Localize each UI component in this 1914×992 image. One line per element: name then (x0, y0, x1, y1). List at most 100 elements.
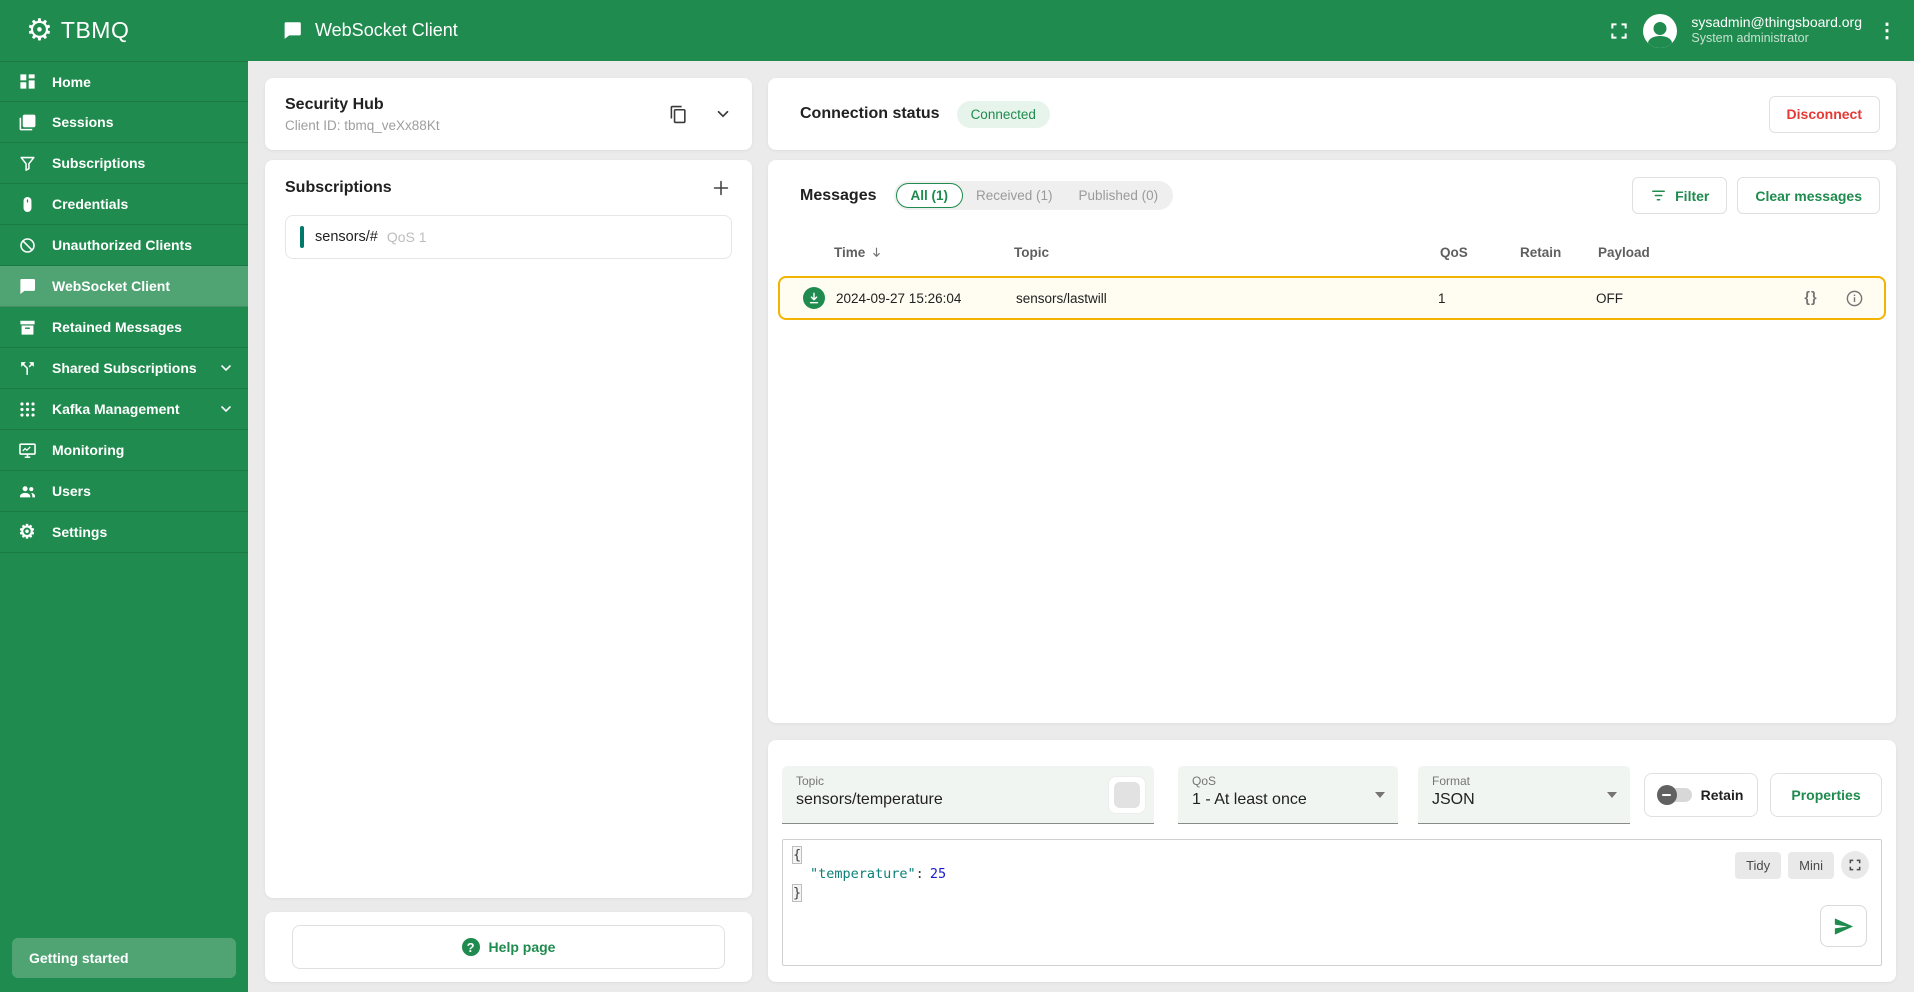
column-time[interactable]: Time (834, 245, 1014, 260)
qos-select[interactable]: QoS 1 - At least once (1178, 766, 1398, 824)
editor-fullscreen-icon[interactable] (1841, 851, 1869, 879)
right-column: Connection status Connected Disconnect M… (768, 78, 1896, 982)
sidebar-item-label: Retained Messages (52, 319, 182, 335)
editor-json-key: "temperature" (810, 866, 916, 882)
sidebar-item-label: Monitoring (52, 442, 125, 458)
fullscreen-icon[interactable] (1609, 21, 1629, 41)
format-select-label: Format (1432, 774, 1471, 788)
subscription-color-bar (300, 226, 304, 248)
message-row[interactable]: 2024-09-27 15:26:04 sensors/lastwill 1 O… (778, 276, 1886, 320)
sidebar-item-label: Shared Subscriptions (52, 360, 197, 376)
avatar[interactable] (1643, 13, 1678, 48)
sidebar-item-websocket-client[interactable]: WebSocket Client (0, 266, 248, 307)
format-select[interactable]: Format JSON (1418, 766, 1630, 824)
block-icon (17, 235, 37, 255)
message-topic: sensors/lastwill (1016, 290, 1107, 306)
subscription-item[interactable]: sensors/# QoS 1 (285, 215, 732, 259)
sidebar-item-shared-subscriptions[interactable]: Shared Subscriptions (0, 348, 248, 389)
subscription-qos: QoS 1 (386, 229, 427, 245)
users-icon (17, 481, 37, 501)
view-json-button[interactable]: {} (1804, 290, 1817, 306)
tidy-button[interactable]: Tidy (1735, 851, 1782, 879)
topic-color-button[interactable] (1108, 776, 1146, 814)
app-root: TBMQ Home Sessions Subscriptions Credent… (0, 0, 1914, 992)
subscription-topic: sensors/# (315, 229, 378, 245)
filter-label: Filter (1675, 187, 1710, 204)
sidebar-item-kafka-management[interactable]: Kafka Management (0, 389, 248, 430)
chevron-down-icon (1607, 792, 1617, 798)
sidebar-item-label: Subscriptions (52, 155, 146, 171)
tbmq-logo[interactable]: TBMQ (0, 0, 248, 61)
sidebar-item-credentials[interactable]: Credentials (0, 184, 248, 225)
content: Security Hub Client ID: tbmq_veXx88Kt Su… (248, 61, 1914, 992)
column-topic[interactable]: Topic (1014, 245, 1440, 260)
sidebar-item-users[interactable]: Users (0, 471, 248, 512)
tab-all[interactable]: All (1) (895, 183, 964, 208)
sidebar-nav: Home Sessions Subscriptions Credentials … (0, 61, 248, 553)
filter-list-icon (1650, 187, 1667, 204)
copy-icon[interactable] (669, 105, 688, 124)
column-payload[interactable]: Payload (1598, 245, 1788, 260)
format-select-value: JSON (1432, 791, 1475, 808)
column-retain[interactable]: Retain (1520, 245, 1598, 260)
properties-button[interactable]: Properties (1770, 773, 1882, 817)
message-payload: OFF (1596, 290, 1623, 306)
chevron-down-icon[interactable] (218, 360, 234, 376)
user-email: sysadmin@thingsboard.org (1691, 13, 1862, 30)
clear-messages-button[interactable]: Clear messages (1737, 177, 1880, 214)
received-message-icon (803, 287, 825, 309)
payload-editor[interactable]: { "temperature": 25 } Tidy Mini (782, 839, 1882, 966)
chevron-down-icon[interactable] (714, 105, 732, 123)
sidebar: TBMQ Home Sessions Subscriptions Credent… (0, 0, 248, 992)
qos-select-value: 1 - At least once (1192, 791, 1307, 808)
qos-select-label: QoS (1192, 774, 1217, 788)
subscriptions-card: Subscriptions sensors/# QoS 1 (265, 160, 752, 898)
mouse-icon (17, 194, 37, 214)
messages-tab-group: All (1) Received (1) Published (0) (893, 181, 1174, 210)
more-menu-icon[interactable] (1876, 18, 1898, 43)
sidebar-item-monitoring[interactable]: Monitoring (0, 430, 248, 471)
dashboard-icon (17, 72, 37, 92)
connection-status-title: Connection status (800, 105, 940, 122)
sidebar-item-sessions[interactable]: Sessions (0, 102, 248, 143)
connection-status-card: Connection status Connected Disconnect (768, 78, 1896, 150)
user-info[interactable]: sysadmin@thingsboard.org System administ… (1691, 14, 1862, 47)
disconnect-button[interactable]: Disconnect (1768, 95, 1880, 133)
help-page-button[interactable]: Help page (292, 925, 725, 969)
sidebar-item-home[interactable]: Home (0, 61, 248, 102)
chat-bubble-icon (17, 276, 37, 296)
topic-color-swatch (1114, 782, 1140, 808)
sidebar-item-retained-messages[interactable]: Retained Messages (0, 307, 248, 348)
message-qos: 1 (1438, 290, 1446, 306)
mini-button[interactable]: Mini (1788, 851, 1834, 879)
topic-field-label: Topic (796, 774, 825, 788)
client-id-text: Client ID: tbmq_veXx88Kt (285, 117, 440, 133)
sidebar-item-label: Unauthorized Clients (52, 237, 193, 253)
send-message-button[interactable] (1820, 905, 1867, 947)
call-split-icon (17, 358, 37, 378)
sidebar-item-label: Sessions (52, 114, 114, 130)
info-icon[interactable] (1836, 289, 1872, 308)
chevron-down-icon[interactable] (218, 401, 234, 417)
top-header: WebSocket Client sysadmin@thingsboard.or… (248, 0, 1914, 61)
filter-button[interactable]: Filter (1632, 177, 1728, 214)
page-title: WebSocket Client (315, 20, 458, 40)
editor-json-value: 25 (929, 866, 947, 882)
filter-funnel-icon (17, 153, 37, 173)
help-card: Help page (265, 912, 752, 982)
messages-card: Messages All (1) Received (1) Published … (768, 160, 1896, 723)
sidebar-item-unauthorized-clients[interactable]: Unauthorized Clients (0, 225, 248, 266)
getting-started-button[interactable]: Getting started (12, 938, 236, 978)
security-hub-card: Security Hub Client ID: tbmq_veXx88Kt (265, 78, 752, 150)
tab-published[interactable]: Published (0) (1066, 183, 1172, 208)
add-subscription-icon[interactable] (710, 177, 732, 199)
help-page-label: Help page (488, 939, 556, 955)
sidebar-item-subscriptions[interactable]: Subscriptions (0, 143, 248, 184)
tab-received[interactable]: Received (1) (963, 183, 1066, 208)
sidebar-item-settings[interactable]: Settings (0, 512, 248, 553)
column-qos[interactable]: QoS (1440, 245, 1520, 260)
messages-title: Messages (800, 186, 877, 204)
topic-field[interactable]: Topic sensors/temperature (782, 766, 1154, 824)
retain-toggle[interactable]: Retain (1644, 773, 1758, 817)
sidebar-item-label: Home (52, 73, 91, 90)
